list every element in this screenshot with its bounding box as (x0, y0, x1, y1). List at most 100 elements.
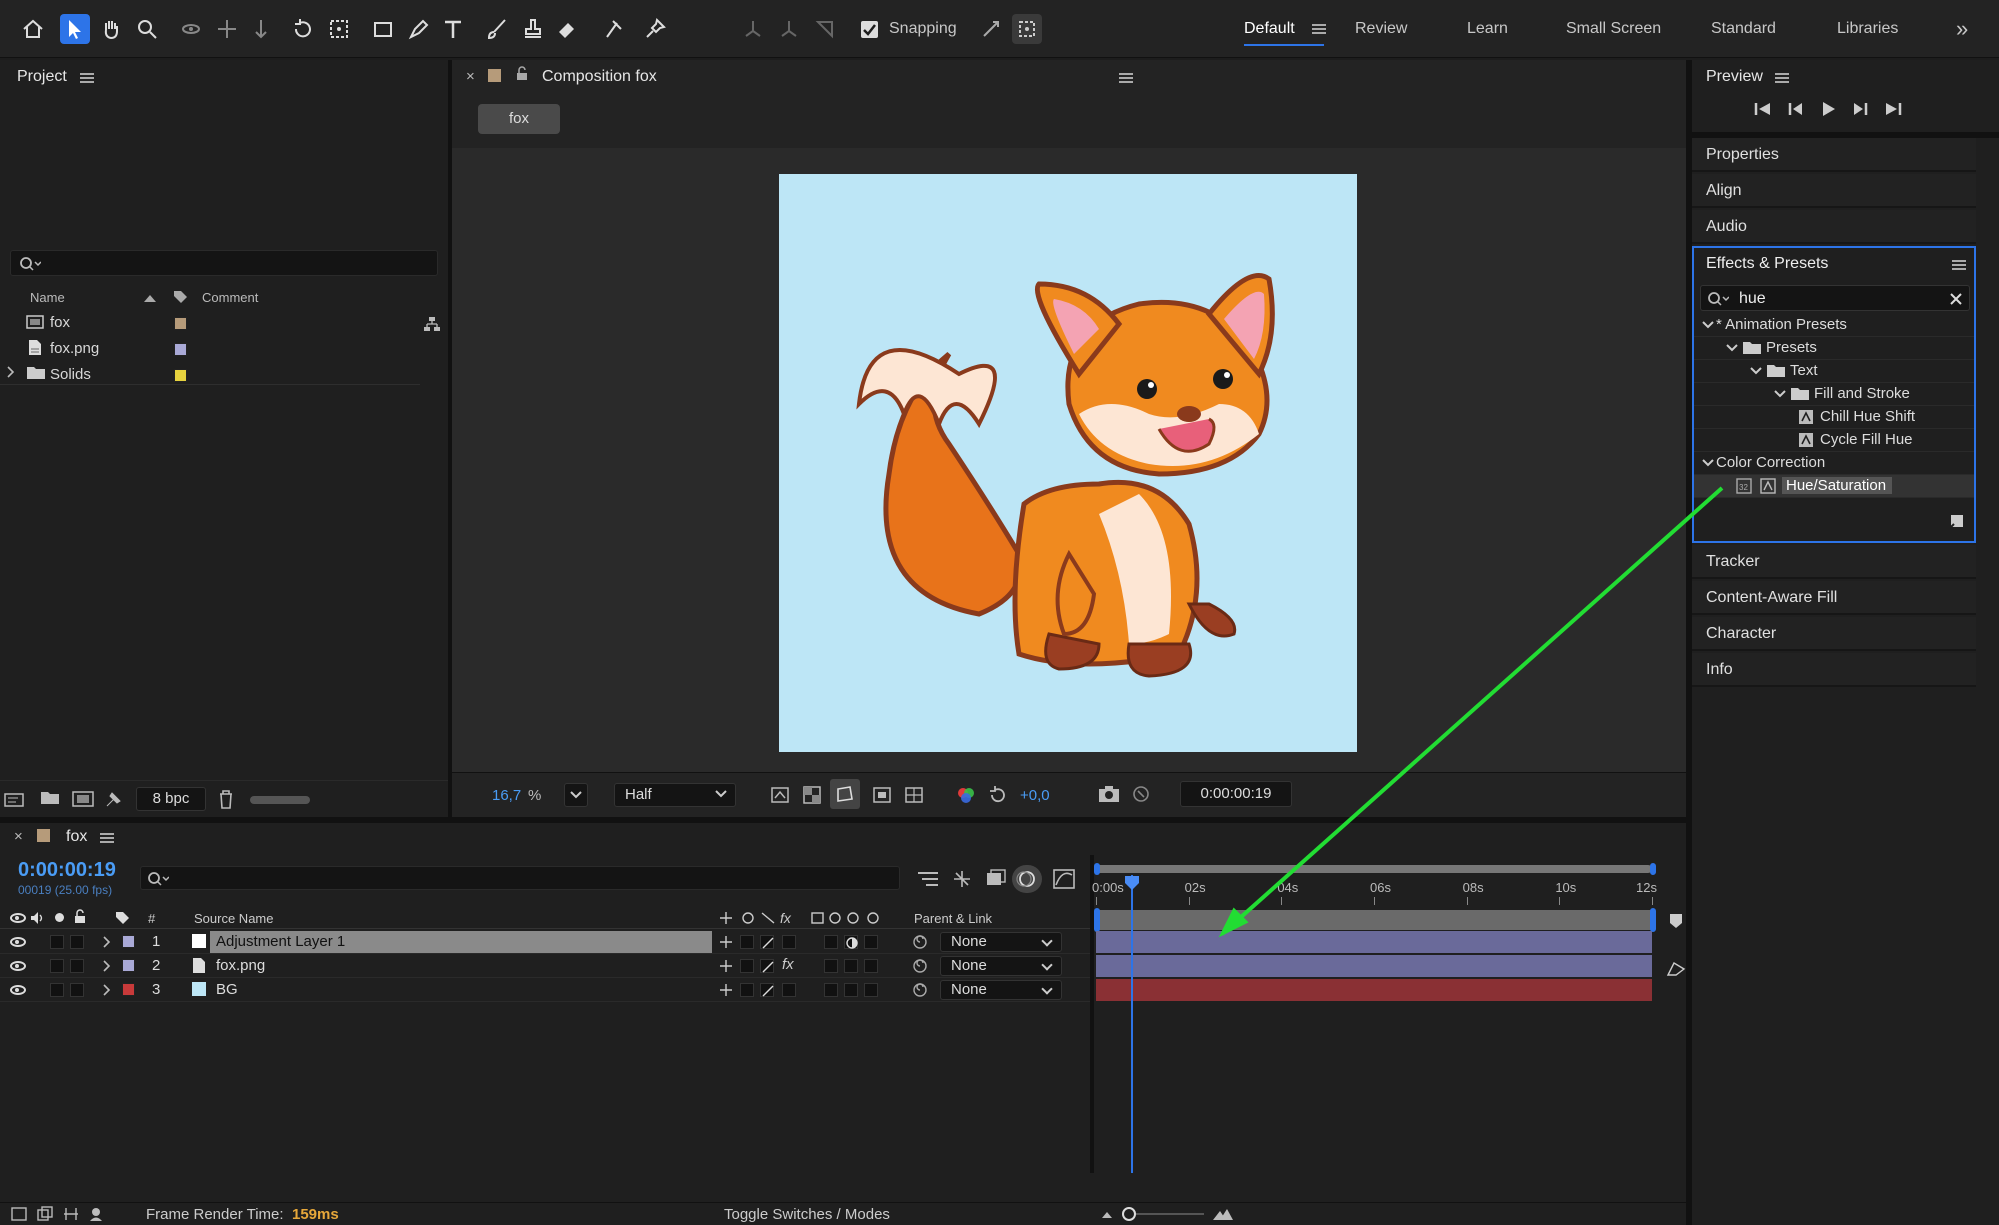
project-menu-icon[interactable] (80, 73, 94, 83)
clone-stamp-icon[interactable] (518, 14, 548, 44)
layer-label-color[interactable] (122, 935, 135, 948)
sort-ascending-icon[interactable] (142, 293, 158, 303)
interpret-footage-icon[interactable] (4, 791, 26, 809)
label-color-swatch[interactable] (174, 317, 187, 330)
layer-duration-bar[interactable] (1096, 979, 1652, 1001)
effects-tree-item[interactable]: 32 Hue/Saturation (1694, 475, 1974, 498)
puppet-pin-icon[interactable] (640, 14, 670, 44)
toggle-switches-modes[interactable]: Toggle Switches / Modes (724, 1206, 890, 1223)
layer-row[interactable]: 3 BG None (0, 978, 1090, 1002)
effects-search-input[interactable]: hue (1700, 285, 1970, 311)
local-axis-icon[interactable] (738, 14, 768, 44)
timeline-menu-icon[interactable] (100, 833, 114, 843)
eraser-tool-icon[interactable] (552, 14, 582, 44)
playhead[interactable] (1125, 875, 1140, 1173)
close-tab-icon[interactable]: × (466, 68, 475, 85)
composition-breadcrumb[interactable]: fox (478, 104, 560, 134)
solo-switch[interactable] (50, 959, 64, 973)
work-area-start-handle[interactable] (1094, 863, 1100, 875)
eye-icon[interactable] (10, 961, 26, 971)
time-ruler-area[interactable]: 0:00s 02s 04s 06s 08s 10s 12s (1092, 855, 1686, 1173)
adjustment-switch[interactable] (864, 983, 878, 997)
render-info-icon[interactable] (10, 1206, 28, 1222)
quality-switch[interactable] (760, 983, 774, 997)
zoom-value[interactable]: 16,7 (492, 787, 521, 804)
workspace-review[interactable]: Review (1355, 20, 1407, 38)
show-snapshot-icon[interactable] (1130, 783, 1152, 805)
project-settings-icon[interactable] (104, 789, 124, 809)
solo-switch[interactable] (50, 983, 64, 997)
pick-whip-icon[interactable] (912, 982, 928, 998)
current-timecode[interactable]: 0:00:00:19 (18, 859, 116, 882)
pan-behind-icon[interactable] (324, 14, 354, 44)
workspace-overflow-icon[interactable]: » (1956, 16, 1968, 42)
label-color-swatch[interactable] (174, 343, 187, 356)
zoom-tool-icon[interactable] (132, 14, 162, 44)
tracker-panel-header[interactable]: Tracker (1692, 545, 1976, 579)
new-folder-icon[interactable] (40, 790, 60, 806)
playhead-handle-icon[interactable] (1124, 875, 1140, 891)
chevron-down-icon[interactable] (1726, 343, 1738, 353)
flowchart-icon[interactable] (424, 316, 440, 332)
dolly-camera-icon[interactable] (246, 14, 276, 44)
view-axis-icon[interactable] (810, 14, 840, 44)
pen-tool-icon[interactable] (404, 14, 434, 44)
color-channels-icon[interactable] (956, 785, 976, 805)
adjustment-switch[interactable] (864, 959, 878, 973)
fx-switch[interactable] (782, 983, 796, 997)
col-name-header[interactable]: Name (30, 290, 65, 305)
rotate-tool-icon[interactable] (288, 14, 318, 44)
collapse-switch[interactable] (740, 983, 754, 997)
collapse-switch[interactable] (740, 935, 754, 949)
layer-row[interactable]: 2 fox.png fx None (0, 954, 1090, 978)
hide-shy-layers-icon[interactable] (984, 869, 1008, 889)
align-panel-header[interactable]: Align (1692, 174, 1976, 208)
shy-switch-icon[interactable] (718, 982, 734, 998)
workspace-libraries[interactable]: Libraries (1837, 20, 1898, 38)
effects-tree-item[interactable]: Color Correction (1694, 452, 1974, 475)
shy-switch-icon[interactable] (718, 934, 734, 950)
layer-row[interactable]: 1 Adjustment Layer 1 None (0, 930, 1090, 954)
composition-menu-icon[interactable] (1119, 73, 1133, 83)
layer-duration-bar[interactable] (1096, 955, 1652, 977)
next-frame-icon[interactable] (1852, 101, 1870, 117)
workspace-menu-icon[interactable] (1312, 24, 1326, 34)
frame-blend-switch[interactable] (824, 959, 838, 973)
hand-tool-icon[interactable] (96, 14, 126, 44)
workspace-learn[interactable]: Learn (1467, 20, 1508, 38)
brush-tool-icon[interactable] (482, 14, 512, 44)
parent-dropdown[interactable]: None (940, 956, 1062, 976)
pan-camera-icon[interactable] (212, 14, 242, 44)
layer-label-color[interactable] (122, 959, 135, 972)
last-frame-icon[interactable] (1884, 101, 1902, 117)
snap-features-icon[interactable] (1012, 14, 1042, 44)
new-preset-icon[interactable] (1948, 512, 1966, 530)
region-of-interest-icon[interactable] (872, 785, 892, 805)
graph-editor-icon[interactable] (1052, 867, 1076, 891)
frame-blend-switch[interactable] (824, 935, 838, 949)
timeline-navigator-icon[interactable] (1666, 961, 1686, 977)
project-search-input[interactable] (10, 250, 438, 276)
in-out-icon[interactable] (88, 1206, 108, 1222)
label-tag-icon[interactable] (114, 910, 130, 926)
work-area-bar[interactable] (1096, 865, 1652, 873)
motion-blur-switch[interactable] (844, 935, 858, 949)
parent-dropdown[interactable]: None (940, 932, 1062, 952)
col-comment-header[interactable]: Comment (202, 290, 258, 305)
comp-mini-flowchart-icon[interactable] (916, 869, 940, 889)
col-source-name-header[interactable]: Source Name (194, 911, 273, 926)
label-tag-icon[interactable] (172, 289, 188, 305)
previous-frame-icon[interactable] (1786, 101, 1804, 117)
quality-switch[interactable] (760, 935, 774, 949)
exposure-value[interactable]: +0,0 (1020, 787, 1050, 804)
effects-tree-item[interactable]: Cycle Fill Hue (1694, 429, 1974, 452)
video-toggle-icon[interactable] (10, 913, 26, 923)
lock-switch[interactable] (70, 959, 84, 973)
chevron-down-icon[interactable] (1702, 320, 1714, 330)
audio-toggle-icon[interactable] (30, 911, 46, 925)
thumbnail-size-slider[interactable] (250, 796, 310, 804)
play-icon[interactable] (1820, 101, 1836, 117)
comp-marker-icon[interactable] (1668, 913, 1684, 929)
comp-start-handle[interactable] (1094, 908, 1100, 932)
layer-name[interactable]: fox.png (210, 955, 712, 977)
